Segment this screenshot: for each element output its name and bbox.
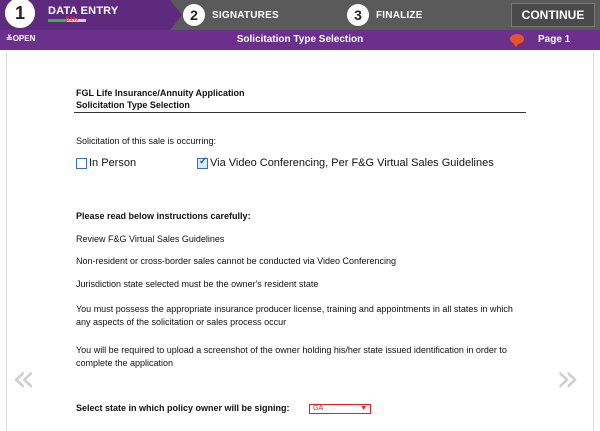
solicitation-question: Solicitation of this sale is occurring: (76, 136, 217, 146)
state-select[interactable]: GA ▼ (309, 404, 371, 414)
form-title-line2: Solicitation Type Selection (76, 100, 190, 110)
step-number-3: 3 (347, 4, 369, 26)
option-in-person[interactable]: In Person (76, 157, 136, 169)
chat-icon[interactable] (510, 34, 524, 47)
step-data-entry[interactable]: 1 DATA ENTRY 51% (0, 0, 170, 30)
progress-fill (48, 19, 68, 22)
step-label-signatures[interactable]: SIGNATURES (212, 10, 279, 21)
option-in-person-label: In Person (89, 157, 137, 169)
instruction-item: You will be required to upload a screens… (76, 345, 507, 368)
instruction-item: Non-resident or cross-border sales canno… (76, 256, 397, 266)
page-indicator: Page 1 (538, 34, 571, 45)
instruction-item: You must possess the appropriate insuran… (76, 304, 513, 327)
checkbox-video-conferencing[interactable] (197, 156, 208, 169)
step-number-2: 2 (183, 4, 205, 26)
continue-button[interactable]: CONTINUE (511, 3, 595, 27)
form-title-line1: FGL Life Insurance/Annuity Application (76, 88, 245, 98)
checkbox-in-person[interactable] (76, 157, 87, 169)
step-progress-bar: 1 DATA ENTRY 51% 2 SIGNATURES 3 FINALIZE… (0, 0, 600, 30)
next-page-arrow[interactable]: » (556, 356, 579, 400)
step-label-data-entry: DATA ENTRY (48, 5, 119, 17)
form-title: FGL Life Insurance/Annuity Application S… (76, 87, 245, 111)
state-select-value: GA (313, 405, 324, 412)
step-arrow (170, 0, 182, 30)
chevron-down-icon: ▼ (360, 405, 367, 412)
instruction-item: Jurisdiction state selected must be the … (76, 279, 319, 289)
instructions-heading: Please read below instructions carefully… (76, 211, 251, 221)
progress-percent: 51% (66, 17, 79, 23)
step-label-finalize[interactable]: FINALIZE (376, 10, 423, 21)
option-video-conferencing[interactable]: Via Video Conferencing, Per F&G Virtual … (197, 156, 494, 169)
step-number-1: 1 (3, 0, 37, 30)
title-divider (74, 112, 526, 113)
section-header: ≚OPEN Solicitation Type Selection Page 1 (0, 30, 600, 50)
option-video-conferencing-label: Via Video Conferencing, Per F&G Virtual … (210, 157, 494, 169)
state-select-label: Select state in which policy owner will … (76, 403, 290, 413)
instruction-item: Review F&G Virtual Sales Guidelines (76, 234, 225, 244)
previous-page-arrow[interactable]: « (12, 356, 35, 400)
